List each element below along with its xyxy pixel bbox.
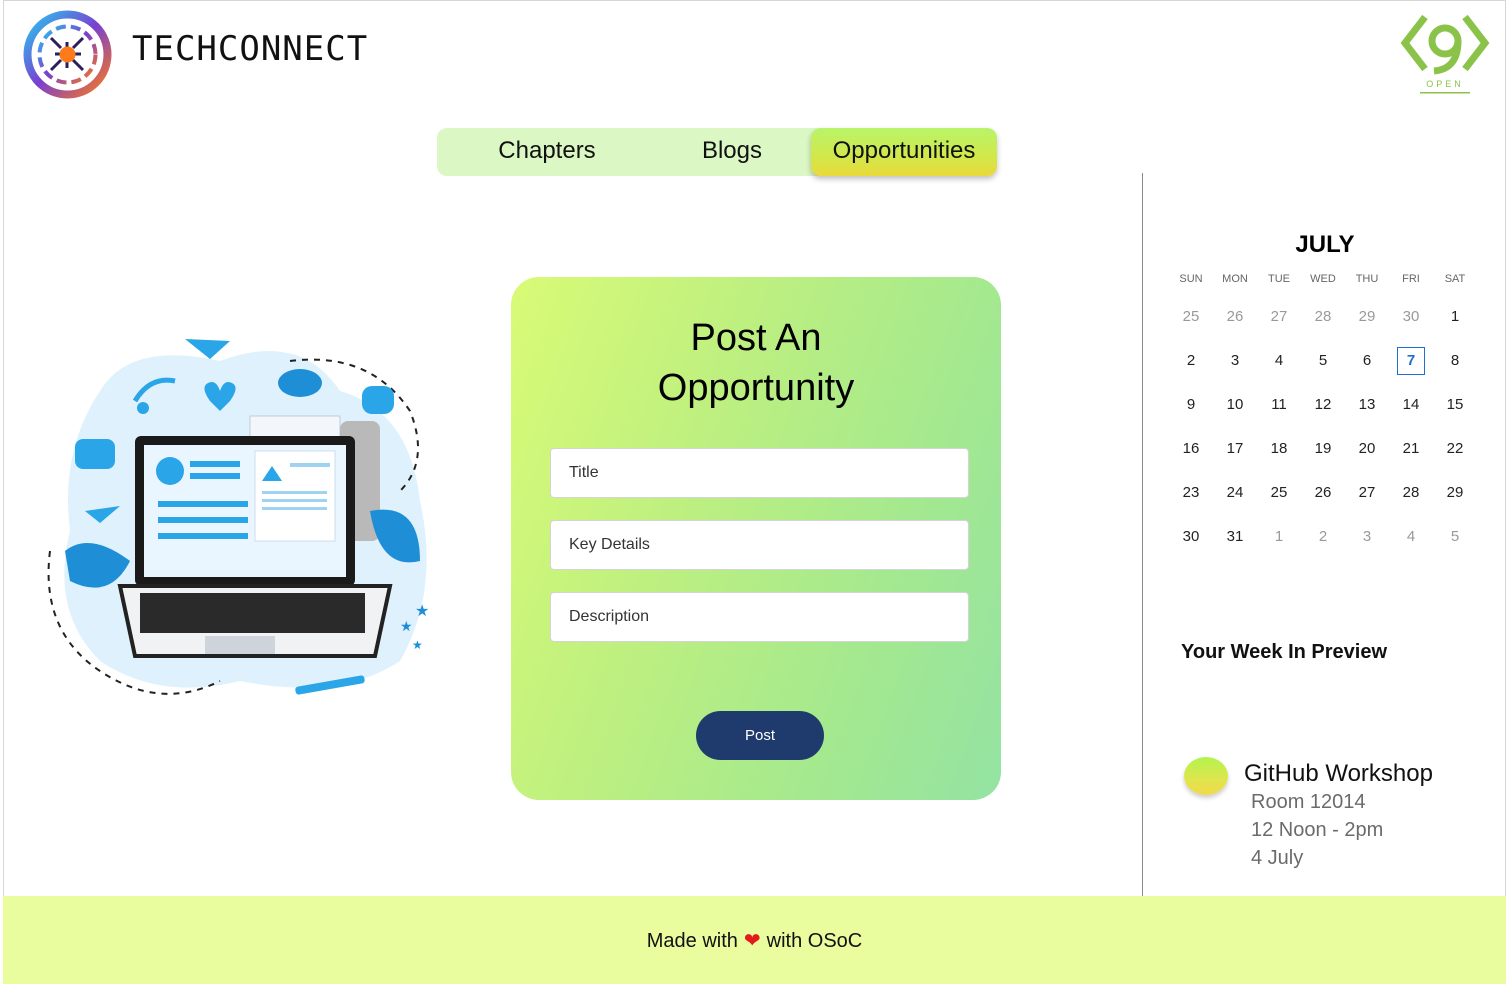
svg-text:★: ★	[415, 603, 429, 620]
laptop-illustration: ★ ★ ★	[47, 339, 429, 695]
calendar-day[interactable]: 1	[1433, 302, 1477, 332]
calendar-day[interactable]: 15	[1433, 390, 1477, 420]
sidebar-divider	[1142, 173, 1143, 897]
event-name[interactable]: GitHub Workshop	[1244, 760, 1433, 788]
calendar-day[interactable]: 9	[1169, 390, 1213, 420]
calendar-day[interactable]: 16	[1169, 434, 1213, 464]
calendar-day[interactable]: 24	[1213, 478, 1257, 508]
title-field[interactable]: Title	[550, 448, 969, 498]
svg-text:★: ★	[412, 638, 423, 652]
calendar-day[interactable]: 1	[1257, 522, 1301, 552]
post-button[interactable]: Post	[696, 711, 824, 760]
calendar-day[interactable]: 14	[1389, 390, 1433, 420]
calendar-day[interactable]: 29	[1433, 478, 1477, 508]
heart-icon: ❤	[743, 930, 761, 952]
calendar-day[interactable]: 10	[1213, 390, 1257, 420]
weekday-label: WED	[1310, 273, 1336, 285]
weekday-label: SUN	[1179, 273, 1203, 285]
open-logo-icon: OPEN	[1400, 14, 1490, 94]
calendar-day[interactable]: 30	[1389, 302, 1433, 332]
calendar-day[interactable]: 3	[1213, 346, 1257, 376]
description-field[interactable]: Description	[550, 592, 969, 642]
card-title: Post An Opportunity	[511, 313, 1001, 413]
calendar-day[interactable]: 20	[1345, 434, 1389, 464]
week-preview-title: Your Week In Preview	[1181, 641, 1388, 663]
calendar-day[interactable]: 22	[1433, 434, 1477, 464]
event-time: 12 Noon - 2pm	[1251, 819, 1384, 841]
tab-blogs[interactable]: Blogs	[667, 128, 797, 176]
calendar-day[interactable]: 4	[1257, 346, 1301, 376]
footer-osoc: with OSoC	[766, 930, 863, 952]
post-opportunity-card: Post An Opportunity Title Key Details De…	[511, 277, 1001, 800]
calendar-day[interactable]: 2	[1301, 522, 1345, 552]
footer: Made with ❤ with OSoC	[3, 896, 1506, 984]
svg-text:★: ★	[400, 618, 413, 634]
calendar-day[interactable]: 8	[1433, 346, 1477, 376]
calendar-day[interactable]: 26	[1213, 302, 1257, 332]
calendar-day[interactable]: 26	[1301, 478, 1345, 508]
event-room: Room 12014	[1251, 791, 1366, 813]
calendar-day[interactable]: 23	[1169, 478, 1213, 508]
calendar-day[interactable]: 7	[1389, 346, 1433, 376]
main-nav: Chapters Blogs Opportunities	[437, 128, 997, 176]
event-date: 4 July	[1251, 847, 1304, 869]
calendar-day[interactable]: 17	[1213, 434, 1257, 464]
event-dot-icon	[1184, 757, 1228, 795]
calendar-day[interactable]: 28	[1389, 478, 1433, 508]
calendar-day[interactable]: 30	[1169, 522, 1213, 552]
calendar-day[interactable]: 25	[1169, 302, 1213, 332]
calendar-day[interactable]: 11	[1257, 390, 1301, 420]
weekday-label: MON	[1222, 273, 1248, 285]
calendar-day[interactable]: 31	[1213, 522, 1257, 552]
techconnect-logo-icon	[23, 10, 112, 99]
card-title-line1: Post An	[690, 317, 822, 359]
calendar-day[interactable]: 12	[1301, 390, 1345, 420]
calendar-day[interactable]: 2	[1169, 346, 1213, 376]
calendar-day[interactable]: 4	[1389, 522, 1433, 552]
calendar-day[interactable]: 19	[1301, 434, 1345, 464]
calendar-day[interactable]: 27	[1257, 302, 1301, 332]
calendar-day[interactable]: 28	[1301, 302, 1345, 332]
calendar-day[interactable]: 21	[1389, 434, 1433, 464]
tab-opportunities[interactable]: Opportunities	[811, 128, 997, 176]
calendar-day[interactable]: 6	[1345, 346, 1389, 376]
calendar-month: JULY	[1295, 231, 1355, 258]
weekday-label: FRI	[1402, 273, 1420, 285]
app-frame: TECHCONNECT OPEN Chapters Blogs Opportun…	[3, 0, 1506, 984]
footer-text: Made with ❤ with OSoC	[3, 896, 1506, 986]
calendar-day[interactable]: 18	[1257, 434, 1301, 464]
brand-title: TECHCONNECT	[132, 29, 369, 69]
weekday-label: THU	[1355, 273, 1379, 285]
calendar-day[interactable]: 29	[1345, 302, 1389, 332]
tab-chapters[interactable]: Chapters	[477, 128, 617, 176]
weekday-label: TUE	[1268, 273, 1290, 285]
svg-text:OPEN: OPEN	[1426, 79, 1464, 89]
calendar-day[interactable]: 13	[1345, 390, 1389, 420]
calendar-day[interactable]: 3	[1345, 522, 1389, 552]
weekday-label: SAT	[1444, 273, 1466, 285]
calendar-day[interactable]: 5	[1301, 346, 1345, 376]
key-details-field[interactable]: Key Details	[550, 520, 969, 570]
card-title-line2: Opportunity	[657, 367, 855, 409]
footer-made-with: Made with	[646, 930, 738, 952]
calendar-day[interactable]: 27	[1345, 478, 1389, 508]
calendar-day[interactable]: 5	[1433, 522, 1477, 552]
calendar-day[interactable]: 25	[1257, 478, 1301, 508]
